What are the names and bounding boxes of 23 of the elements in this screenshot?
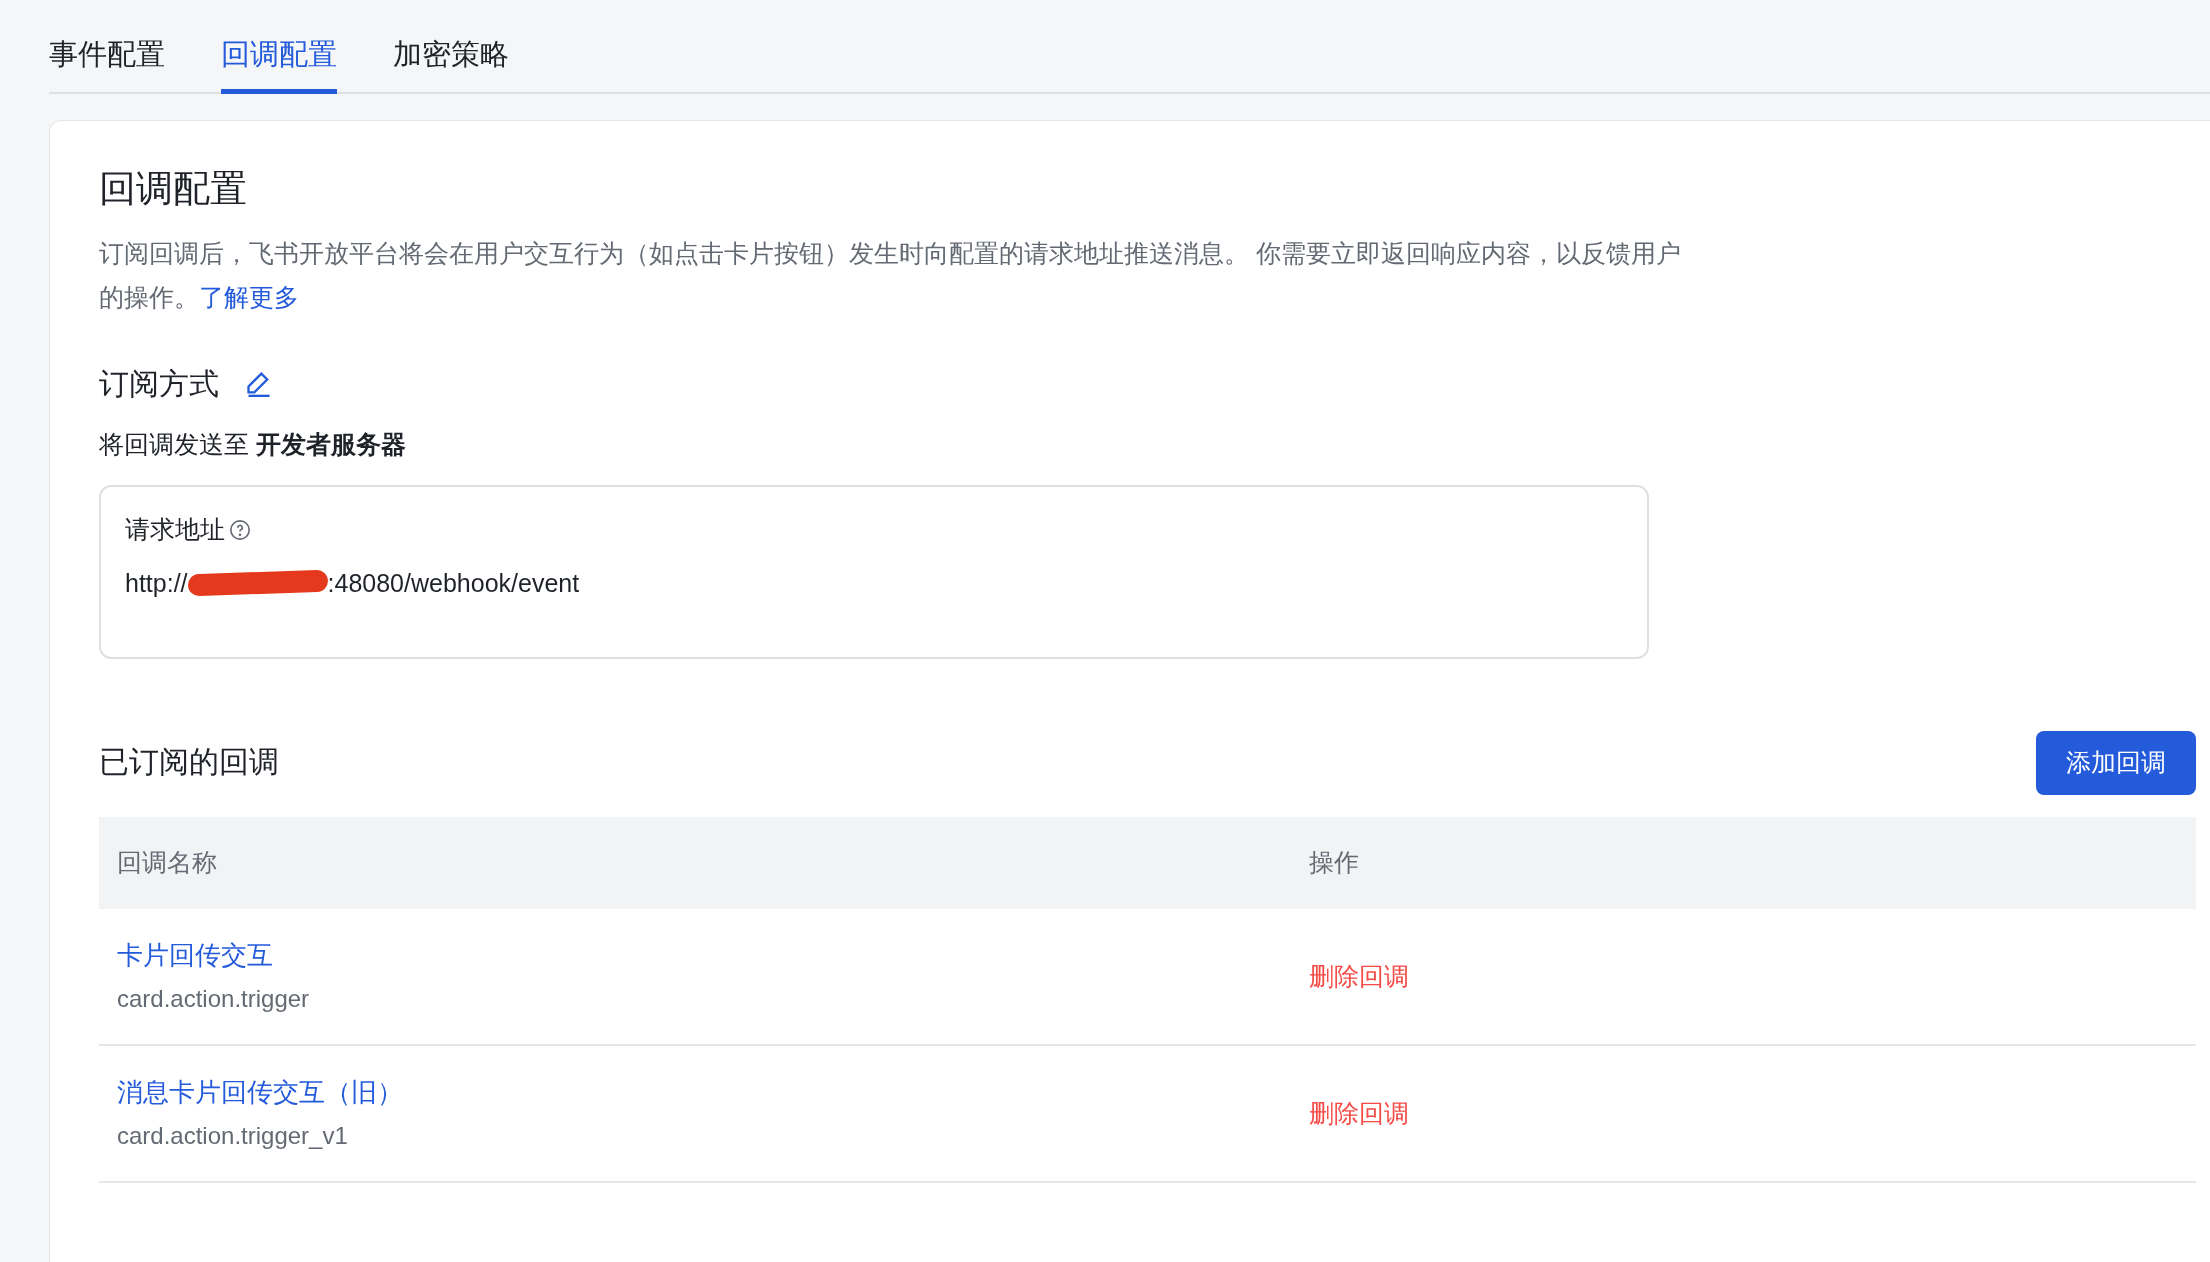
delete-callback-link[interactable]: 删除回调 <box>1309 957 1409 996</box>
help-icon[interactable] <box>229 518 251 541</box>
target-text: 将回调发送至 开发者服务器 <box>99 428 407 460</box>
tab[interactable]: 加密策略 <box>393 20 509 94</box>
callback-id: card.action.trigger <box>117 984 311 1014</box>
url-text: :48080/webhook/event <box>327 567 580 599</box>
description: 订阅回调后，飞书开放平台将会在用户交互行为（如点击卡片按钮）发生时向配置的请求地址推送消息。 你需要立即返回响应内容，以反馈用户的操作。了解更多 <box>99 237 1682 313</box>
callback-name-link[interactable]: 卡片回传交互 <box>117 936 273 975</box>
edit-icon[interactable] <box>245 369 273 397</box>
section-title: 回调配置 <box>99 167 248 211</box>
delete-callback-link[interactable]: 删除回调 <box>1309 1094 1409 1133</box>
subsection-title: 已订阅的回调 <box>99 743 279 780</box>
learn-more-link[interactable]: 了解更多 <box>199 282 299 311</box>
column-header: 操作 <box>1309 847 1359 879</box>
tab[interactable]: 回调配置 <box>221 20 337 94</box>
column-header: 回调名称 <box>117 847 218 879</box>
tab[interactable]: 事件配置 <box>49 20 165 94</box>
field-label: 请求地址 <box>125 514 225 545</box>
add-callback-button[interactable]: 添加回调 <box>2036 731 2196 795</box>
callback-name-link[interactable]: 消息卡片回传交互（旧） <box>117 1073 403 1112</box>
subsection-title: 订阅方式 <box>99 365 219 402</box>
callback-id: card.action.trigger_v1 <box>117 1121 349 1151</box>
url-text: http:// <box>125 567 188 599</box>
